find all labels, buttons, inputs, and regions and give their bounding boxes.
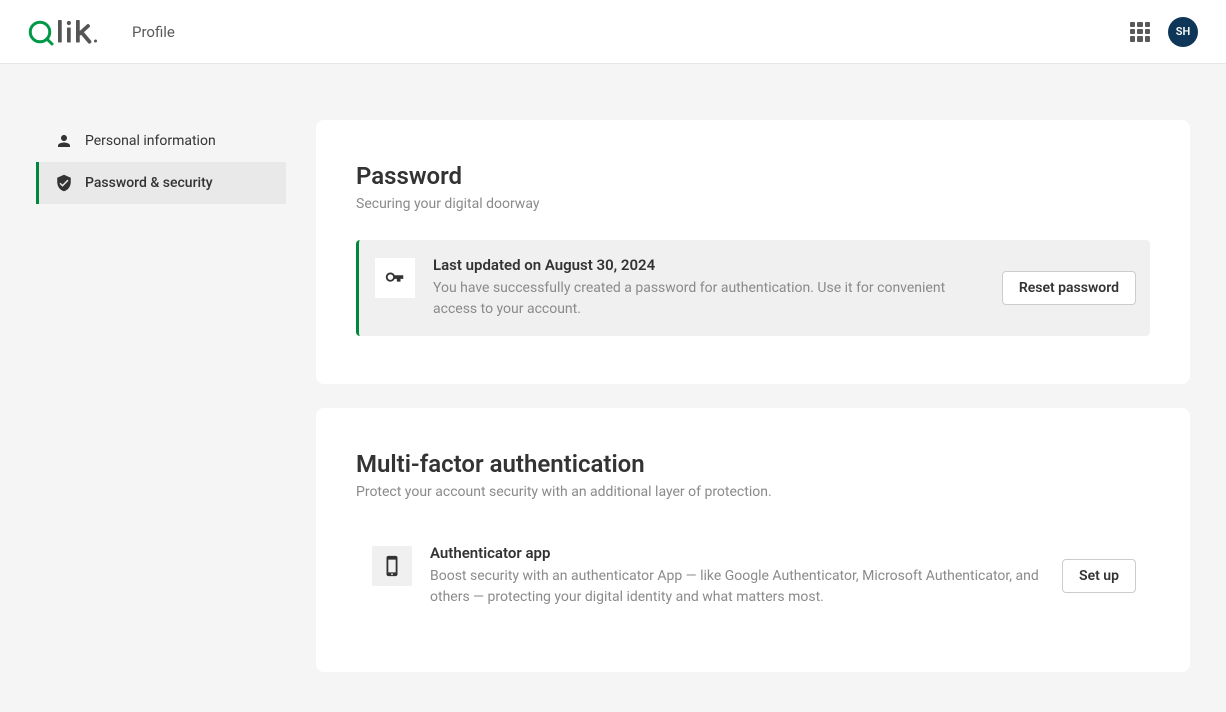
- sidebar-item-label: Personal information: [85, 133, 216, 149]
- smartphone-icon: [372, 546, 412, 586]
- setup-mfa-button[interactable]: Set up: [1062, 559, 1136, 593]
- qlik-logo: [28, 17, 118, 47]
- mfa-method-desc: Boost security with an authenticator App…: [430, 566, 1044, 608]
- password-card: Password Securing your digital doorway L…: [316, 120, 1190, 384]
- apps-grid-icon[interactable]: [1130, 22, 1150, 42]
- main-content: Password Securing your digital doorway L…: [316, 120, 1190, 672]
- password-status-row: Last updated on August 30, 2024 You have…: [356, 240, 1150, 336]
- topbar: Profile SH: [0, 0, 1226, 64]
- avatar[interactable]: SH: [1168, 17, 1198, 47]
- mfa-title: Multi-factor authentication: [356, 450, 1150, 478]
- shield-icon: [55, 174, 73, 192]
- reset-password-button[interactable]: Reset password: [1002, 271, 1136, 305]
- page-area-label: Profile: [132, 23, 175, 41]
- password-subtitle: Securing your digital doorway: [356, 196, 1150, 212]
- mfa-authenticator-row: Authenticator app Boost security with an…: [356, 528, 1150, 624]
- mfa-method-content: Authenticator app Boost security with an…: [430, 544, 1044, 608]
- password-status-desc: You have successfully created a password…: [433, 278, 984, 320]
- person-icon: [55, 132, 73, 150]
- sidebar: Personal information Password & security: [36, 120, 286, 672]
- sidebar-item-personal-information[interactable]: Personal information: [36, 120, 286, 162]
- topbar-right: SH: [1130, 17, 1198, 47]
- mfa-card: Multi-factor authentication Protect your…: [316, 408, 1190, 672]
- key-icon: [375, 258, 415, 298]
- password-status-title: Last updated on August 30, 2024: [433, 256, 984, 274]
- password-status-content: Last updated on August 30, 2024 You have…: [433, 256, 984, 320]
- mfa-subtitle: Protect your account security with an ad…: [356, 484, 1150, 500]
- page-body: Personal information Password & security…: [0, 64, 1226, 712]
- password-title: Password: [356, 162, 1150, 190]
- mfa-method-title: Authenticator app: [430, 544, 1044, 562]
- sidebar-item-label: Password & security: [85, 175, 213, 191]
- brand: Profile: [28, 17, 175, 47]
- sidebar-item-password-security[interactable]: Password & security: [36, 162, 286, 204]
